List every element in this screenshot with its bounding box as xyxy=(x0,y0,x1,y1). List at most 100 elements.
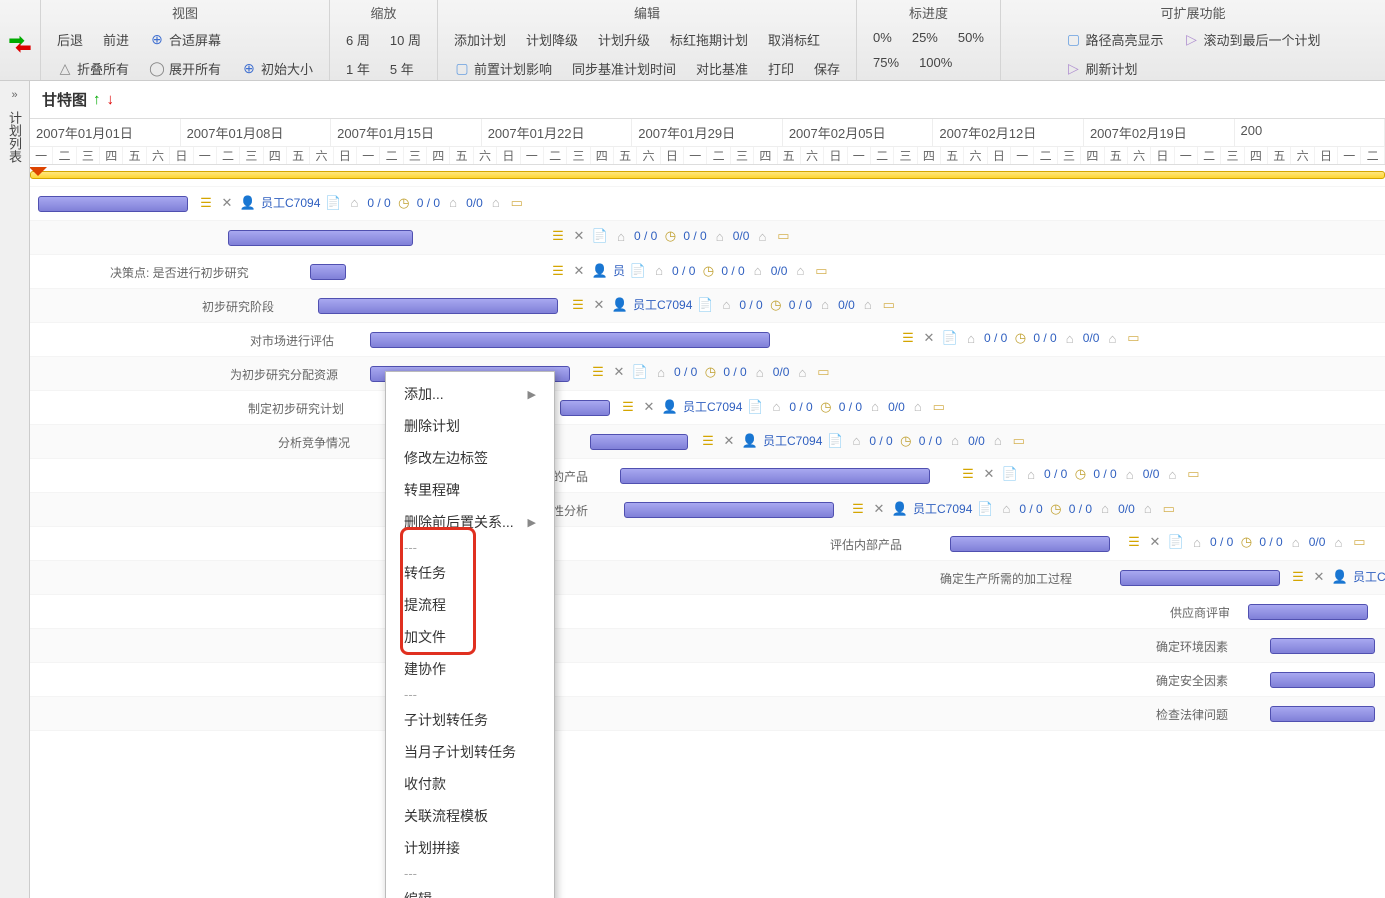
ctx-add[interactable]: 添加...▶ xyxy=(386,378,554,410)
home-icon[interactable]: ⌂ xyxy=(1140,501,1156,517)
note-icon[interactable]: ▭ xyxy=(813,263,829,279)
ctx-add-file[interactable]: 加文件 xyxy=(386,621,554,653)
note-icon[interactable]: ▭ xyxy=(881,297,897,313)
home-icon[interactable]: ⌂ xyxy=(947,433,963,449)
home-icon[interactable]: ⌂ xyxy=(750,263,766,279)
fit-screen-button[interactable]: ⊕合适屏幕 xyxy=(139,25,231,54)
clock-icon[interactable]: ◷ xyxy=(1072,466,1088,482)
wrench-icon[interactable]: ✕ xyxy=(1311,569,1327,585)
clock-icon[interactable]: ◷ xyxy=(700,263,716,279)
progress-0-button[interactable]: 0% xyxy=(863,25,902,50)
gantt-bar[interactable] xyxy=(1120,570,1280,586)
wrench-icon[interactable]: ✕ xyxy=(981,466,997,482)
home-icon[interactable]: ⌂ xyxy=(1062,330,1078,346)
progress-75-button[interactable]: 75% xyxy=(863,50,909,75)
compare-baseline-button[interactable]: 对比基准 xyxy=(686,54,758,83)
clock-icon[interactable]: ◷ xyxy=(396,195,412,211)
lines-icon[interactable]: ☰ xyxy=(1290,569,1306,585)
home-icon[interactable]: ⌂ xyxy=(1164,466,1180,482)
employee-link[interactable]: 员工C7094 xyxy=(1353,568,1385,585)
lines-icon[interactable]: ☰ xyxy=(550,263,566,279)
home-icon[interactable]: ⌂ xyxy=(848,433,864,449)
progress-25-button[interactable]: 25% xyxy=(902,25,948,50)
lines-icon[interactable]: ☰ xyxy=(198,195,214,211)
person-icon[interactable]: 👤 xyxy=(592,263,608,279)
gantt-bar[interactable] xyxy=(1270,706,1375,722)
init-size-button[interactable]: ⊕初始大小 xyxy=(231,54,323,83)
lines-icon[interactable]: ☰ xyxy=(590,364,606,380)
person-icon[interactable]: 👤 xyxy=(1332,569,1348,585)
person-icon[interactable]: 👤 xyxy=(612,297,628,313)
sidebar-expand-button[interactable]: » xyxy=(11,89,17,101)
ctx-to-milestone[interactable]: 转里程碑 xyxy=(386,474,554,506)
ctx-sub-to-task[interactable]: 子计划转任务 xyxy=(386,704,554,736)
ctx-to-task[interactable]: 转任务 xyxy=(386,557,554,589)
lines-icon[interactable]: ☰ xyxy=(960,466,976,482)
gantt-bar[interactable] xyxy=(1270,672,1375,688)
home-icon[interactable]: ⌂ xyxy=(1330,534,1346,550)
person-icon[interactable]: 👤 xyxy=(240,195,256,211)
today-marker[interactable] xyxy=(30,171,1385,179)
lines-icon[interactable]: ☰ xyxy=(900,330,916,346)
home-icon[interactable]: ⌂ xyxy=(1104,330,1120,346)
home-icon[interactable]: ⌂ xyxy=(712,228,728,244)
swap-icon-button[interactable]: ➡⬅ xyxy=(6,5,34,75)
doc-icon[interactable]: 📄 xyxy=(632,364,648,380)
progress-50-button[interactable]: 50% xyxy=(948,25,994,50)
home-icon[interactable]: ⌂ xyxy=(1097,501,1113,517)
pre-effect-button[interactable]: ▢前置计划影响 xyxy=(444,54,562,83)
promote-button[interactable]: 计划升级 xyxy=(588,25,660,54)
zoom-5y-button[interactable]: 5 年 xyxy=(380,54,424,83)
doc-icon[interactable]: 📄 xyxy=(630,263,646,279)
expand-all-button[interactable]: ◯展开所有 xyxy=(139,54,231,83)
home-icon[interactable]: ⌂ xyxy=(752,364,768,380)
gantt-bar[interactable] xyxy=(590,434,688,450)
wrench-icon[interactable]: ✕ xyxy=(1147,534,1163,550)
doc-icon[interactable]: 📄 xyxy=(1002,466,1018,482)
home-icon[interactable]: ⌂ xyxy=(860,297,876,313)
gantt-bar[interactable] xyxy=(624,502,834,518)
home-icon[interactable]: ⌂ xyxy=(1023,466,1039,482)
doc-icon[interactable]: 📄 xyxy=(1168,534,1184,550)
note-icon[interactable]: ▭ xyxy=(1161,501,1177,517)
wrench-icon[interactable]: ✕ xyxy=(721,433,737,449)
gantt-bar[interactable] xyxy=(950,536,1110,552)
print-button[interactable]: 打印 xyxy=(758,54,804,83)
forward-button[interactable]: 前进 xyxy=(93,25,139,54)
gantt-bar[interactable] xyxy=(38,196,188,212)
ctx-plan-splice[interactable]: 计划拼接 xyxy=(386,832,554,864)
note-icon[interactable]: ▭ xyxy=(931,399,947,415)
home-icon[interactable]: ⌂ xyxy=(990,433,1006,449)
clock-icon[interactable]: ◷ xyxy=(702,364,718,380)
cancel-mark-button[interactable]: 取消标红 xyxy=(758,25,830,54)
doc-icon[interactable]: 📄 xyxy=(747,399,763,415)
note-icon[interactable]: ▭ xyxy=(1185,466,1201,482)
zoom-6w-button[interactable]: 6 周 xyxy=(336,25,380,54)
ctx-month-sub[interactable]: 当月子计划转任务 xyxy=(386,736,554,768)
gantt-bar[interactable] xyxy=(560,400,610,416)
home-icon[interactable]: ⌂ xyxy=(651,263,667,279)
wrench-icon[interactable]: ✕ xyxy=(219,195,235,211)
home-icon[interactable]: ⌂ xyxy=(346,195,362,211)
gantt-bar[interactable] xyxy=(1248,604,1368,620)
doc-icon[interactable]: 📄 xyxy=(325,195,341,211)
note-icon[interactable]: ▭ xyxy=(1011,433,1027,449)
lines-icon[interactable]: ☰ xyxy=(570,297,586,313)
wrench-icon[interactable]: ✕ xyxy=(871,501,887,517)
clock-icon[interactable]: ◷ xyxy=(1048,501,1064,517)
path-highlight-button[interactable]: ▢路径高亮显示 xyxy=(1055,25,1173,54)
ctx-raise-flow[interactable]: 提流程 xyxy=(386,589,554,621)
employee-link[interactable]: 员 xyxy=(613,262,625,279)
lines-icon[interactable]: ☰ xyxy=(620,399,636,415)
wrench-icon[interactable]: ✕ xyxy=(571,263,587,279)
home-icon[interactable]: ⌂ xyxy=(488,195,504,211)
ctx-payment[interactable]: 收付款 xyxy=(386,768,554,800)
back-button[interactable]: 后退 xyxy=(47,25,93,54)
save-button[interactable]: 保存 xyxy=(804,54,850,83)
employee-link[interactable]: 员工C7094 xyxy=(633,296,692,313)
home-icon[interactable]: ⌂ xyxy=(754,228,770,244)
clock-icon[interactable]: ◷ xyxy=(1012,330,1028,346)
ctx-edit[interactable]: 编辑 xyxy=(386,883,554,898)
home-icon[interactable]: ⌂ xyxy=(910,399,926,415)
mark-drag-button[interactable]: 标红拖期计划 xyxy=(660,25,758,54)
